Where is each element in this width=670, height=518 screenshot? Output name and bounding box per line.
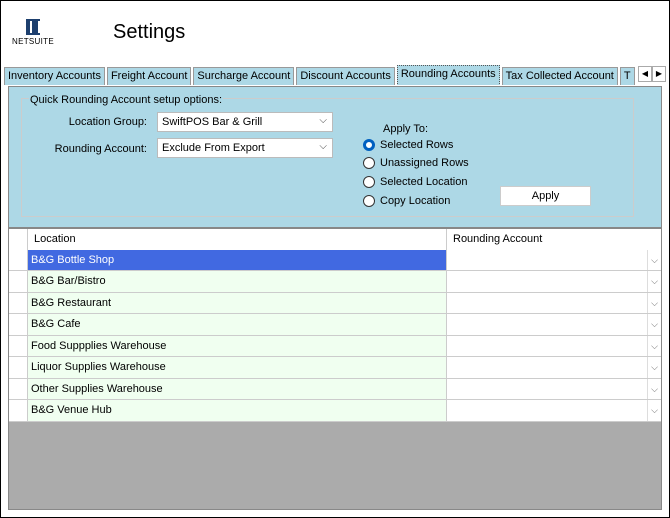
rounding-account-cell[interactable]: ⌵ <box>447 400 661 422</box>
location-group-value: SwiftPOS Bar & Grill <box>162 116 263 128</box>
radio-copy-location[interactable]: Copy Location <box>363 195 450 207</box>
radio-label: Selected Rows <box>380 139 454 151</box>
row-header[interactable] <box>9 400 28 422</box>
radio-selected-location[interactable]: Selected Location <box>363 176 467 188</box>
location-cell[interactable]: B&G Bar/Bistro <box>28 271 447 293</box>
netsuite-logo-icon <box>26 19 40 35</box>
rounding-account-cell[interactable]: ⌵ <box>447 357 661 379</box>
rounding-account-cell[interactable]: ⌵ <box>447 249 661 271</box>
table-row[interactable]: Liquor Supplies Warehouse ⌵ <box>9 357 661 379</box>
column-header-rounding-account[interactable]: Rounding Account <box>447 229 661 251</box>
location-cell[interactable]: Other Supplies Warehouse <box>28 378 447 400</box>
rounding-account-cell[interactable]: ⌵ <box>447 335 661 357</box>
table-row[interactable]: B&G Bar/Bistro ⌵ <box>9 271 661 293</box>
chevron-down-icon[interactable]: ⌵ <box>647 314 661 335</box>
apply-to-label: Apply To: <box>383 123 429 135</box>
tab-surcharge-account[interactable]: Surcharge Account <box>193 67 295 85</box>
radio-label: Unassigned Rows <box>380 157 469 169</box>
chevron-down-icon[interactable]: ⌵ <box>647 400 661 421</box>
chevron-down-icon[interactable]: ⌵ <box>647 357 661 378</box>
rounding-account-value: Exclude From Export <box>162 142 265 154</box>
radio-label: Copy Location <box>380 195 451 207</box>
location-cell[interactable]: B&G Restaurant <box>28 292 447 314</box>
chevron-down-icon[interactable]: ⌵ <box>647 271 661 292</box>
row-header[interactable] <box>9 357 28 379</box>
apply-button[interactable]: Apply <box>500 186 591 206</box>
radio-unchecked-icon <box>363 195 375 207</box>
row-header[interactable] <box>9 314 28 336</box>
table-row[interactable]: B&G Cafe ⌵ <box>9 314 661 336</box>
location-cell[interactable]: B&G Cafe <box>28 314 447 336</box>
tab-rounding-accounts[interactable]: Rounding Accounts <box>396 65 500 85</box>
table-row[interactable]: B&G Restaurant ⌵ <box>9 292 661 314</box>
netsuite-logo: NETSUITE <box>11 19 55 46</box>
chevron-down-icon: ⌵ <box>319 115 327 126</box>
logo-text: NETSUITE <box>12 37 54 46</box>
rounding-account-cell[interactable]: ⌵ <box>447 271 661 293</box>
options-panel: Quick Rounding Account setup options: Lo… <box>8 86 662 228</box>
table-row[interactable]: B&G Bottle Shop ⌵ <box>9 249 661 271</box>
rounding-account-cell[interactable]: ⌵ <box>447 314 661 336</box>
location-group-select[interactable]: SwiftPOS Bar & Grill ⌵ <box>157 112 333 132</box>
rounding-account-cell[interactable]: ⌵ <box>447 292 661 314</box>
radio-checked-icon <box>363 139 375 151</box>
chevron-down-icon[interactable]: ⌵ <box>647 378 661 399</box>
radio-unchecked-icon <box>363 157 375 169</box>
location-group-label: Location Group: <box>68 116 147 128</box>
radio-unassigned-rows[interactable]: Unassigned Rows <box>363 157 469 169</box>
grid-header: Location Rounding Account <box>9 229 661 251</box>
location-cell[interactable]: B&G Venue Hub <box>28 400 447 422</box>
column-header-location[interactable]: Location <box>28 229 447 251</box>
rounding-account-label: Rounding Account: <box>54 143 147 155</box>
location-cell[interactable]: B&G Bottle Shop <box>28 249 447 271</box>
row-header[interactable] <box>9 378 28 400</box>
rounding-grid: Location Rounding Account B&G Bottle Shop… <box>8 228 662 510</box>
row-header[interactable] <box>9 271 28 293</box>
tab-tax-collected-account[interactable]: Tax Collected Account <box>501 67 618 85</box>
tab-discount-accounts[interactable]: Discount Accounts <box>296 67 395 85</box>
chevron-down-icon[interactable]: ⌵ <box>647 335 661 356</box>
row-header[interactable] <box>9 335 28 357</box>
chevron-down-icon[interactable]: ⌵ <box>647 292 661 313</box>
row-header[interactable] <box>9 249 28 271</box>
tab-truncated[interactable]: T <box>619 67 635 85</box>
rounding-account-select[interactable]: Exclude From Export ⌵ <box>157 138 333 158</box>
tab-scroll-right-icon[interactable]: ▶ <box>652 66 666 82</box>
tab-scroll-left-icon[interactable]: ◀ <box>638 66 652 82</box>
tab-inventory-accounts[interactable]: Inventory Accounts <box>4 67 105 85</box>
tab-strip: Inventory Accounts Freight Account Surch… <box>4 65 666 85</box>
radio-unchecked-icon <box>363 176 375 188</box>
chevron-down-icon: ⌵ <box>319 141 327 152</box>
page-title: Settings <box>113 21 186 43</box>
table-row[interactable]: Other Supplies Warehouse ⌵ <box>9 378 661 400</box>
rounding-account-cell[interactable]: ⌵ <box>447 378 661 400</box>
table-row[interactable]: Food Suppplies Warehouse ⌵ <box>9 335 661 357</box>
location-cell[interactable]: Liquor Supplies Warehouse <box>28 357 447 379</box>
location-cell[interactable]: Food Suppplies Warehouse <box>28 335 447 357</box>
row-header-corner <box>9 229 28 251</box>
chevron-down-icon[interactable]: ⌵ <box>647 249 661 270</box>
tab-freight-account[interactable]: Freight Account <box>106 67 192 85</box>
tab-scroll: ◀ ▶ <box>638 66 666 82</box>
row-header[interactable] <box>9 292 28 314</box>
table-row[interactable]: B&G Venue Hub ⌵ <box>9 400 661 422</box>
radio-label: Selected Location <box>380 176 468 188</box>
radio-selected-rows[interactable]: Selected Rows <box>363 139 453 151</box>
group-label: Quick Rounding Account setup options: <box>29 94 224 106</box>
